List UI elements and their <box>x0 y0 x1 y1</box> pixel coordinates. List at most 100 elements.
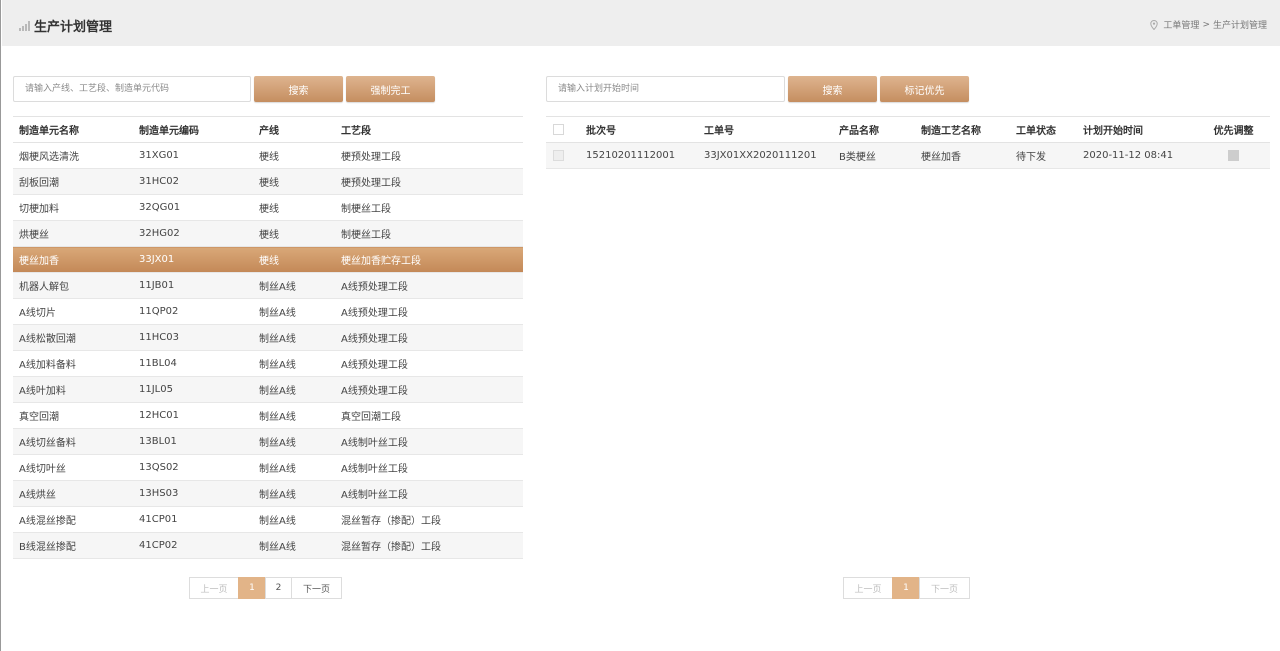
column-header[interactable]: 工单号 <box>698 116 833 143</box>
right-toolbar: 搜索 标记优先 <box>546 76 1270 102</box>
table-cell: 制丝A线 <box>253 506 335 533</box>
table-row[interactable]: A线切片 11QP02 制丝A线 A线预处理工段 <box>13 298 523 325</box>
table-row[interactable]: 刮板回潮 31HC02 梗线 梗预处理工段 <box>13 168 523 195</box>
table-cell: A线预处理工段 <box>335 298 523 325</box>
table-row[interactable]: 梗丝加香 33JX01 梗线 梗丝加香贮存工段 <box>13 246 523 273</box>
table-row[interactable]: A线加料备料 11BL04 制丝A线 A线预处理工段 <box>13 350 523 377</box>
table-cell: B类梗丝 <box>833 142 915 169</box>
plan-time-search-input[interactable] <box>546 76 785 102</box>
table-row[interactable]: 烘梗丝 32HG02 梗线 制梗丝工段 <box>13 220 523 247</box>
column-header[interactable]: 制造工艺名称 <box>915 116 1010 143</box>
table-cell: A线切丝备料 <box>13 428 133 455</box>
table-cell: 梗丝加香 <box>915 142 1010 169</box>
table-row[interactable]: 烟梗风选清洗 31XG01 梗线 梗预处理工段 <box>13 142 523 169</box>
unit-search-input[interactable] <box>13 76 251 102</box>
table-row[interactable]: A线叶加料 11JL05 制丝A线 A线预处理工段 <box>13 376 523 403</box>
table-cell: 烟梗风选清洗 <box>13 142 133 169</box>
table-cell: 制丝A线 <box>253 428 335 455</box>
table-row[interactable]: 真空回潮 12HC01 制丝A线 真空回潮工段 <box>13 402 523 429</box>
page-1-button[interactable]: 1 <box>238 577 266 599</box>
left-search-button[interactable]: 搜索 <box>254 76 343 102</box>
table-cell: 制丝A线 <box>253 298 335 325</box>
table-cell: 15210201112001 <box>580 142 698 169</box>
left-toolbar: 搜索 强制完工 <box>13 76 523 102</box>
table-cell: 机器人解包 <box>13 272 133 299</box>
table-cell: 刮板回潮 <box>13 168 133 195</box>
page-2-button[interactable]: 2 <box>265 577 292 599</box>
table-cell: A线切叶丝 <box>13 454 133 481</box>
table-cell: 11JB01 <box>133 272 253 299</box>
breadcrumb: 工单管理 > 生产计划管理 <box>1150 18 1267 31</box>
table-cell: A线预处理工段 <box>335 324 523 351</box>
table-cell: 制丝A线 <box>253 350 335 377</box>
table-row[interactable]: A线烘丝 13HS03 制丝A线 A线制叶丝工段 <box>13 480 523 507</box>
table-cell: A线制叶丝工段 <box>335 428 523 455</box>
next-page-button[interactable]: 下一页 <box>291 577 342 599</box>
table-row[interactable]: 15210201112001 33JX01XX2020111201 B类梗丝 梗丝加香… <box>546 142 1270 169</box>
app-frame: 生产计划管理 工单管理 > 生产计划管理 搜索 强制完工 制造单元名称 制造单元… <box>0 0 1280 651</box>
table-cell: A线预处理工段 <box>335 350 523 377</box>
column-header[interactable]: 计划开始时间 <box>1077 116 1197 143</box>
column-header[interactable]: 优先调整 <box>1197 116 1270 143</box>
table-row[interactable]: A线切丝备料 13BL01 制丝A线 A线制叶丝工段 <box>13 428 523 455</box>
column-header[interactable]: 制造单元编码 <box>133 116 253 143</box>
table-cell: A线预处理工段 <box>335 272 523 299</box>
location-pin-icon <box>1150 19 1159 30</box>
breadcrumb-item[interactable]: 工单管理 <box>1163 18 1199 31</box>
column-header[interactable]: 产品名称 <box>833 116 915 143</box>
table-cell: 制丝A线 <box>253 376 335 403</box>
page-title: 生产计划管理 <box>34 20 113 35</box>
table-cell: 真空回潮 <box>13 402 133 429</box>
left-pagination: 上一页 1 2 下一页 <box>189 577 342 599</box>
table-cell: 制丝A线 <box>253 454 335 481</box>
table-cell: A线加料备料 <box>13 350 133 377</box>
work-order-table: 批次号 工单号 产品名称 制造工艺名称 工单状态 计划开始时间 优先调整 152… <box>546 116 1270 169</box>
table-cell: 11QP02 <box>133 298 253 325</box>
table-cell: A线制叶丝工段 <box>335 454 523 481</box>
table-cell: 梗线 <box>253 246 335 273</box>
table-cell: 13HS03 <box>133 480 253 507</box>
table-cell: 32QG01 <box>133 194 253 221</box>
table-row[interactable]: A线切叶丝 13QS02 制丝A线 A线制叶丝工段 <box>13 454 523 481</box>
table-cell: 混丝暂存（掺配）工段 <box>335 532 523 559</box>
column-header[interactable]: 批次号 <box>580 116 698 143</box>
row-checkbox[interactable] <box>553 149 564 161</box>
select-all-checkbox[interactable] <box>553 123 564 135</box>
column-header[interactable]: 产线 <box>253 116 335 143</box>
table-cell: 41CP02 <box>133 532 253 559</box>
title-group: 生产计划管理 <box>19 16 112 35</box>
table-row[interactable]: B线混丝掺配 41CP02 制丝A线 混丝暂存（掺配）工段 <box>13 532 523 559</box>
table-cell: 13QS02 <box>133 454 253 481</box>
table-row[interactable]: 切梗加料 32QG01 梗线 制梗丝工段 <box>13 194 523 221</box>
force-complete-button[interactable]: 强制完工 <box>346 76 435 102</box>
page-1-button[interactable]: 1 <box>892 577 920 599</box>
table-cell: 梗丝加香贮存工段 <box>335 246 523 273</box>
table-cell: 33JX01 <box>133 246 253 273</box>
priority-checkbox[interactable] <box>1228 149 1239 161</box>
prev-page-button[interactable]: 上一页 <box>189 577 239 599</box>
column-header[interactable]: 制造单元名称 <box>13 116 133 143</box>
table-cell: A线预处理工段 <box>335 376 523 403</box>
table-cell: 13BL01 <box>133 428 253 455</box>
table-row[interactable]: 机器人解包 11JB01 制丝A线 A线预处理工段 <box>13 272 523 299</box>
table-cell: 梗预处理工段 <box>335 168 523 195</box>
table-cell: 制丝A线 <box>253 402 335 429</box>
right-search-button[interactable]: 搜索 <box>788 76 877 102</box>
table-cell: A线松散回潮 <box>13 324 133 351</box>
table-cell: 31XG01 <box>133 142 253 169</box>
table-cell: 12HC01 <box>133 402 253 429</box>
column-header[interactable]: 工艺段 <box>335 116 523 143</box>
mark-priority-button[interactable]: 标记优先 <box>880 76 969 102</box>
prev-page-button[interactable]: 上一页 <box>843 577 893 599</box>
select-all-cell <box>546 116 580 143</box>
table-row[interactable]: A线混丝掺配 41CP01 制丝A线 混丝暂存（掺配）工段 <box>13 506 523 533</box>
table-cell: 梗线 <box>253 194 335 221</box>
table-cell: 切梗加料 <box>13 194 133 221</box>
table-cell: 烘梗丝 <box>13 220 133 247</box>
table-cell: 制梗丝工段 <box>335 220 523 247</box>
table-row[interactable]: A线松散回潮 11HC03 制丝A线 A线预处理工段 <box>13 324 523 351</box>
next-page-button[interactable]: 下一页 <box>919 577 970 599</box>
table-cell: 制丝A线 <box>253 532 335 559</box>
column-header[interactable]: 工单状态 <box>1010 116 1077 143</box>
table-cell: 梗线 <box>253 220 335 247</box>
